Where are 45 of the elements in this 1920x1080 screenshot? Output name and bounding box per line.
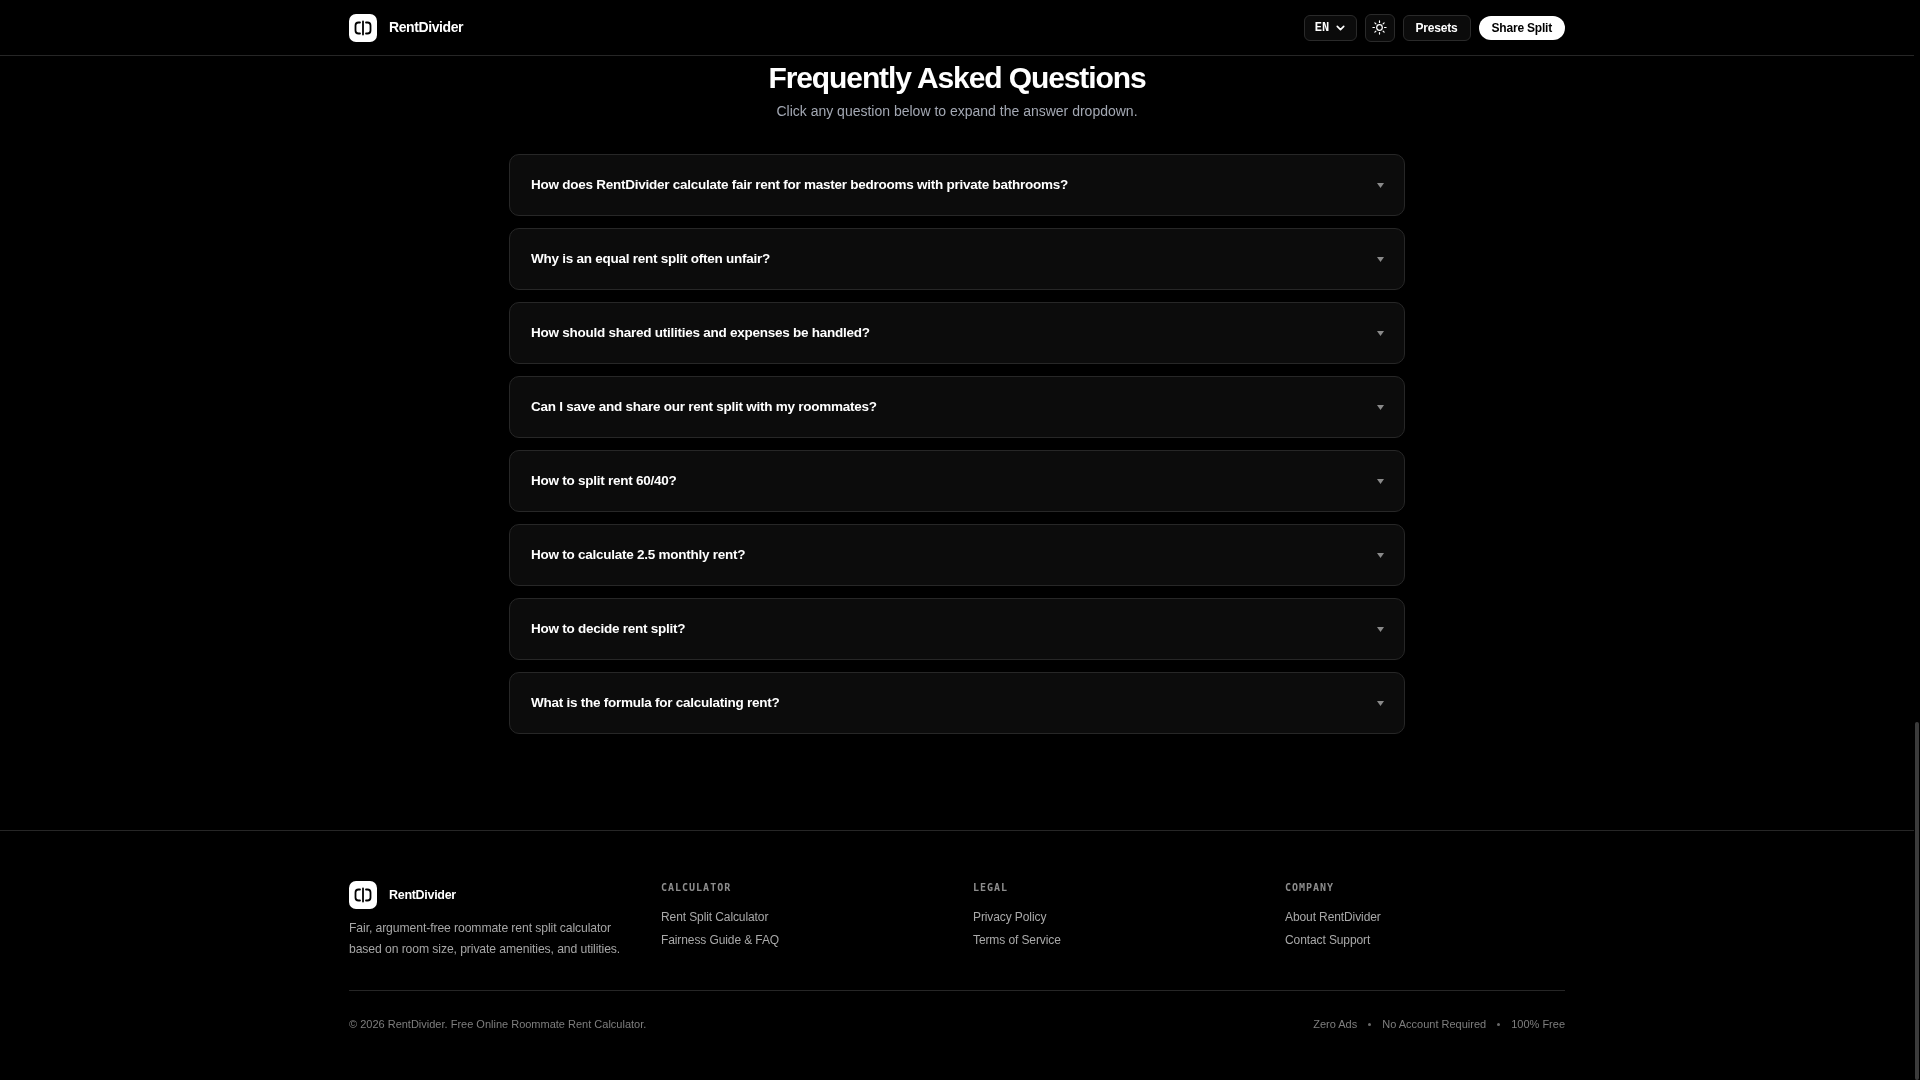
caret-icon xyxy=(1377,552,1384,558)
faq-heading: Frequently Asked Questions xyxy=(767,60,1147,96)
footer-link[interactable]: Fairness Guide & FAQ xyxy=(661,931,780,949)
faq-accordion-item[interactable]: How to decide rent split? xyxy=(509,598,1405,660)
caret-icon xyxy=(1377,478,1384,484)
logo-icon xyxy=(349,881,377,909)
footer-brand-name: RentDivider xyxy=(389,886,456,904)
copyright-text: © 2026 RentDivider. Free Online Roommate Rent Calculator. xyxy=(349,1017,647,1032)
footer-link[interactable]: About RentDivider xyxy=(1285,908,1381,926)
footer-column-heading: CALCULATOR xyxy=(661,881,733,895)
feature-highlight: Zero Ads xyxy=(1313,1017,1358,1032)
presets-button[interactable]: Presets xyxy=(1402,14,1471,41)
footer-column-heading: COMPANY xyxy=(1285,881,1336,895)
chevron-down-icon xyxy=(1336,24,1346,31)
caret-icon xyxy=(1377,256,1384,262)
feature-highlight: 100% Free xyxy=(1511,1017,1565,1032)
faq-accordion-item[interactable]: What is the formula for calculating rent? xyxy=(509,672,1405,734)
scrollbar-thumb[interactable] xyxy=(1915,722,1919,1080)
caret-icon xyxy=(1377,182,1384,188)
language-select[interactable]: EN xyxy=(1303,14,1357,41)
caret-icon xyxy=(1377,330,1384,336)
footer-link[interactable]: Privacy Policy xyxy=(973,908,1047,926)
faq-subtitle: Click any question below to expand the answer dropdown. xyxy=(775,102,1139,121)
bullet-icon xyxy=(1368,1022,1372,1026)
footer-link[interactable]: Rent Split Calculator xyxy=(661,908,769,926)
faq-accordion-item[interactable]: How to split rent 60/40? xyxy=(509,450,1405,512)
theme-toggle-button[interactable] xyxy=(1364,13,1395,42)
footer-link[interactable]: Contact Support xyxy=(1285,931,1371,949)
faq-accordion-item[interactable]: Why is an equal rent split often unfair? xyxy=(509,228,1405,290)
faq-accordion-item[interactable]: How should shared utilities and expenses be handled? xyxy=(509,302,1405,364)
footer-link[interactable]: Terms of Service xyxy=(973,931,1061,949)
share-split-button[interactable]: Share Split xyxy=(1478,15,1565,40)
bullet-icon xyxy=(1497,1022,1501,1026)
sun-icon xyxy=(1372,20,1388,35)
caret-icon xyxy=(1377,404,1384,410)
faq-accordion-item[interactable]: How to calculate 2.5 monthly rent? xyxy=(509,524,1405,586)
feature-highlight: No Account Required xyxy=(1382,1017,1487,1032)
footer-description: Fair, argument-free roommate rent split calculator based on room size, private amenities, and utilities. xyxy=(349,920,622,958)
faq-accordion-item[interactable]: How does RentDivider calculate fair rent for master bedrooms with private bathrooms? xyxy=(509,154,1405,216)
footer-column-heading: LEGAL xyxy=(973,881,1010,895)
brand-name: RentDivider xyxy=(389,18,464,37)
caret-icon xyxy=(1377,700,1384,706)
faq-accordion-item[interactable]: Can I save and share our rent split with my roommates? xyxy=(509,376,1405,438)
caret-icon xyxy=(1377,626,1384,632)
logo-icon xyxy=(349,13,377,42)
